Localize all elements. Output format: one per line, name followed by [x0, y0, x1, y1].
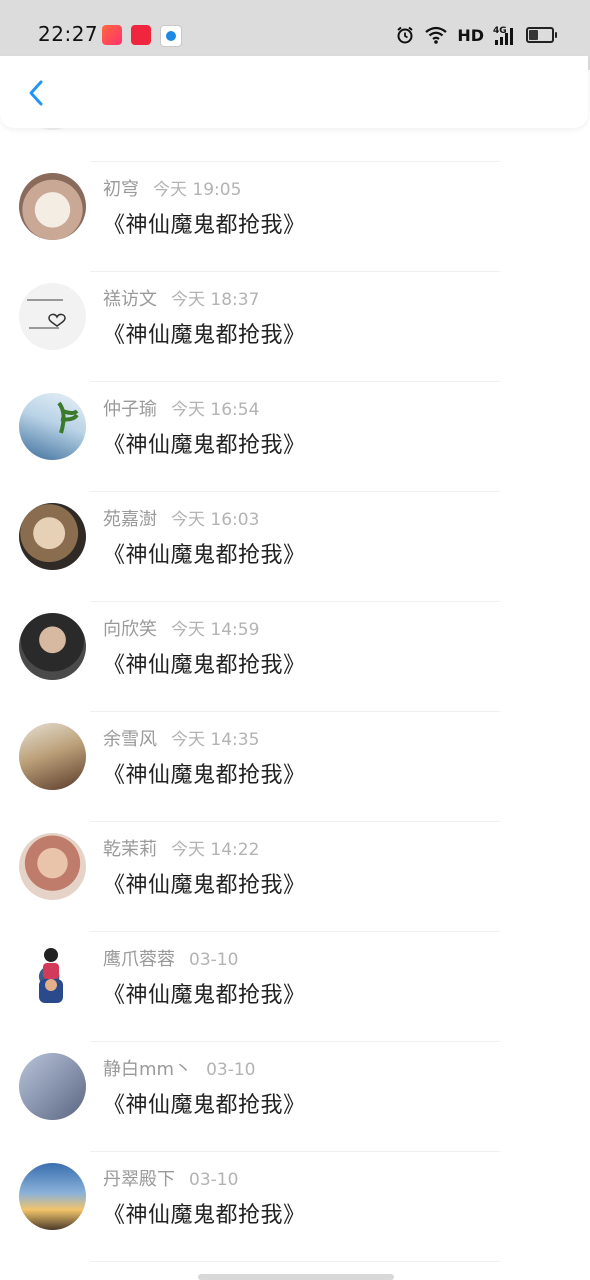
sender-name: 乾茉莉: [103, 839, 157, 860]
message-time: 今天 14:22: [171, 840, 260, 860]
avatar[interactable]: [19, 1163, 86, 1230]
kuaishou-app-icon: [102, 25, 122, 45]
list-item[interactable]: 鹰爪蓉蓉 03-10 《神仙魔鬼都抢我》: [0, 932, 590, 1042]
message-time: 03-10: [189, 1170, 239, 1190]
message-time: 今天 14:59: [171, 620, 260, 640]
avatar[interactable]: [19, 1053, 86, 1120]
sender-name: 余雪风: [103, 729, 157, 750]
status-indicators: HD 4G: [395, 22, 557, 48]
message-time: 今天 19:05: [153, 180, 242, 200]
message-text: 《神仙魔鬼都抢我》: [103, 763, 306, 788]
message-text: 《神仙魔鬼都抢我》: [103, 873, 306, 898]
sender-name: 丹翠殿下: [103, 1169, 175, 1190]
message-text: 《神仙魔鬼都抢我》: [103, 543, 306, 568]
avatar[interactable]: [19, 833, 86, 900]
chevron-left-icon: [29, 80, 43, 106]
list-item[interactable]: 仲子瑜 今天 16:54 《神仙魔鬼都抢我》: [0, 382, 590, 492]
list-item[interactable]: 静白mm丶 03-10 《神仙魔鬼都抢我》: [0, 1042, 590, 1152]
avatar[interactable]: [19, 613, 86, 680]
list-item[interactable]: 向欣笑 今天 14:59 《神仙魔鬼都抢我》: [0, 602, 590, 712]
message-time: 今天 16:03: [171, 510, 260, 530]
battery-icon: [526, 27, 557, 43]
alarm-icon: [397, 26, 413, 44]
sender-name: 仲子瑜: [103, 399, 157, 420]
avatar[interactable]: [19, 283, 86, 350]
list-item[interactable]: 苑嘉澍 今天 16:03 《神仙魔鬼都抢我》: [0, 492, 590, 602]
home-indicator[interactable]: [198, 1274, 394, 1280]
list-item[interactable]: 丹翠殿下 03-10 《神仙魔鬼都抢我》: [0, 1152, 590, 1262]
message-text: 《神仙魔鬼都抢我》: [103, 323, 306, 348]
message-text: 《神仙魔鬼都抢我》: [103, 1093, 306, 1118]
app-notification-icon: [131, 25, 151, 45]
avatar[interactable]: [19, 723, 86, 790]
hd-label: HD: [457, 25, 484, 45]
message-list[interactable]: 赵庆今天 20:29《神仙魔鬼都抢我》初穹今天 19:05《神仙魔鬼都抢我》禚访…: [0, 70, 590, 1280]
back-button[interactable]: [22, 78, 52, 108]
sender-meta: 静白mm丶 03-10: [103, 1055, 255, 1081]
message-time: 03-10: [189, 950, 239, 970]
message-rows: 赵庆今天 20:29《神仙魔鬼都抢我》初穹今天 19:05《神仙魔鬼都抢我》禚访…: [0, 70, 590, 1262]
message-time: 今天 16:54: [171, 400, 260, 420]
status-time: 22:27: [38, 22, 99, 46]
sender-meta: 禚访文 今天 18:37: [103, 285, 259, 311]
app-notification-icon: [160, 25, 182, 47]
list-item[interactable]: 禚访文 今天 18:37 《神仙魔鬼都抢我》: [0, 272, 590, 382]
signal-icon: 4G: [493, 26, 513, 45]
sender-name: 向欣笑: [103, 619, 157, 640]
message-text: 《神仙魔鬼都抢我》: [103, 433, 306, 458]
sender-meta: 向欣笑 今天 14:59: [103, 615, 259, 641]
sender-meta: 初穹 今天 19:05: [103, 175, 241, 201]
message-text: 《神仙魔鬼都抢我》: [103, 1203, 306, 1228]
list-item[interactable]: 余雪风 今天 14:35 《神仙魔鬼都抢我》: [0, 712, 590, 822]
sender-name: 禚访文: [103, 289, 157, 310]
sender-meta: 鹰爪蓉蓉 03-10: [103, 945, 238, 971]
sender-meta: 余雪风 今天 14:35: [103, 725, 259, 751]
avatar[interactable]: [19, 393, 86, 460]
sender-meta: 仲子瑜 今天 16:54: [103, 395, 259, 421]
sender-name: 静白mm丶: [103, 1059, 193, 1080]
sender-name: 鹰爪蓉蓉: [103, 949, 175, 970]
message-text: 《神仙魔鬼都抢我》: [103, 213, 306, 238]
sender-meta: 苑嘉澍 今天 16:03: [103, 505, 259, 531]
message-time: 今天 14:35: [171, 730, 260, 750]
sender-meta: 丹翠殿下 03-10: [103, 1165, 238, 1191]
sender-name: 初穹: [103, 179, 139, 200]
row-divider: [90, 1261, 500, 1262]
avatar[interactable]: [19, 503, 86, 570]
sender-name: 苑嘉澍: [103, 509, 157, 530]
list-item[interactable]: 初穹 今天 19:05 《神仙魔鬼都抢我》: [0, 162, 590, 272]
sender-meta: 乾茉莉 今天 14:22: [103, 835, 259, 861]
message-text: 《神仙魔鬼都抢我》: [103, 653, 306, 678]
message-text: 《神仙魔鬼都抢我》: [103, 983, 306, 1008]
top-nav-bar: [0, 56, 588, 128]
svg-text:4G: 4G: [493, 26, 507, 36]
avatar[interactable]: [19, 173, 86, 240]
list-item[interactable]: 乾茉莉 今天 14:22 《神仙魔鬼都抢我》: [0, 822, 590, 932]
message-time: 03-10: [206, 1060, 256, 1080]
wifi-icon: [425, 26, 448, 44]
message-time: 今天 18:37: [171, 290, 260, 310]
avatar[interactable]: [19, 943, 86, 1010]
